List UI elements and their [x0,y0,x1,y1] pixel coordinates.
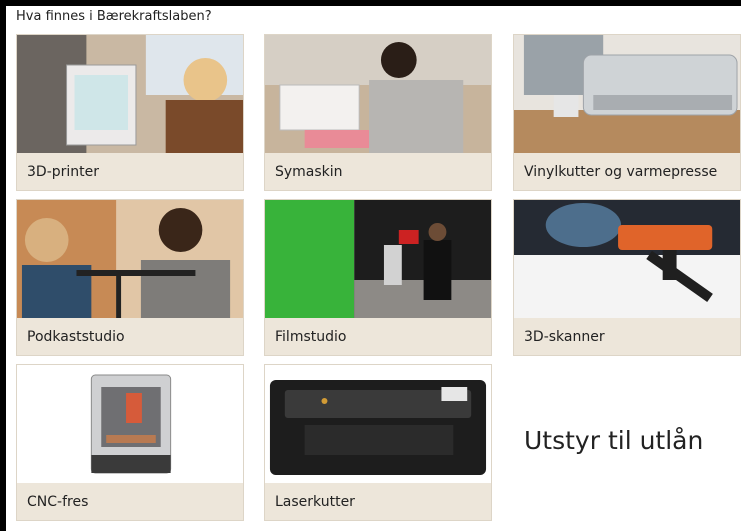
card-laserkutter[interactable]: Laserkutter [264,364,492,521]
card-filmstudio[interactable]: Filmstudio [264,199,492,356]
card-podkaststudio[interactable]: Podkaststudio [16,199,244,356]
card-label: Podkaststudio [27,329,125,345]
card-label: Filmstudio [275,329,347,345]
card-label: Vinylkutter og varmepresse [524,164,718,180]
image-laserkutter [265,365,491,483]
image-symaskin [265,35,491,153]
image-cnc-fres [17,365,243,483]
image-3d-printer [17,35,243,153]
card-label: 3D-skanner [524,329,605,345]
image-3d-skanner [514,200,740,318]
page: Hva finnes i Bærekraftslaben? 3D-printer [6,6,741,531]
card-label: CNC-fres [27,494,89,510]
image-podkaststudio [17,200,243,318]
image-filmstudio [265,200,491,318]
card-label: 3D-printer [27,164,100,180]
card-3d-skanner[interactable]: 3D-skanner [513,199,741,356]
card-symaskin[interactable]: Symaskin [264,34,492,191]
equipment-loan-link[interactable]: Utstyr til utlån [524,426,703,455]
card-cnc-fres[interactable]: CNC-fres [16,364,244,521]
section-heading: Hva finnes i Bærekraftslaben? [16,9,212,24]
card-vinylkutter[interactable]: Vinylkutter og varmepresse [513,34,741,191]
card-label: Symaskin [275,164,343,180]
image-vinylkutter [514,35,740,153]
card-3d-printer[interactable]: 3D-printer [16,34,244,191]
card-label: Laserkutter [275,494,355,510]
